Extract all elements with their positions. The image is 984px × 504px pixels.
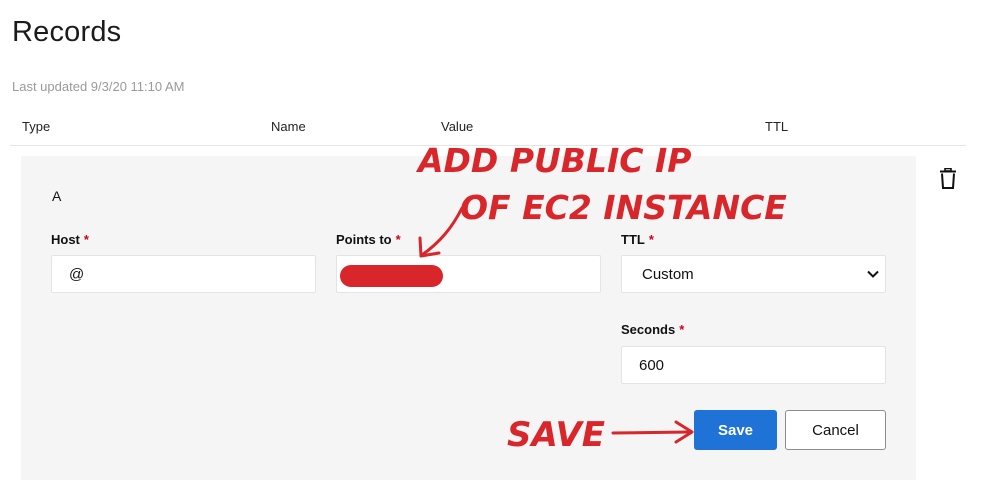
- required-mark: *: [395, 232, 401, 247]
- seconds-label-text: Seconds: [621, 322, 676, 337]
- column-header-type: Type: [22, 119, 51, 134]
- record-edit-card: [21, 156, 916, 480]
- required-mark: *: [648, 232, 654, 247]
- trash-icon: [940, 167, 956, 189]
- seconds-input[interactable]: 600: [621, 346, 886, 384]
- seconds-input-value: 600: [639, 356, 665, 374]
- page-title: Records: [12, 16, 122, 48]
- column-header-name: Name: [271, 119, 306, 134]
- seconds-label: Seconds *: [621, 322, 684, 337]
- column-header-ttl: TTL: [765, 119, 789, 134]
- record-type: A: [52, 188, 62, 204]
- points-to-input[interactable]: [336, 255, 601, 293]
- ttl-label: TTL *: [621, 232, 654, 247]
- cancel-button[interactable]: Cancel: [785, 410, 886, 450]
- host-input-value: @: [69, 265, 85, 283]
- required-mark: *: [679, 322, 685, 337]
- ttl-select[interactable]: Custom: [621, 255, 886, 293]
- host-input[interactable]: @: [51, 255, 316, 293]
- points-to-label: Points to *: [336, 232, 401, 247]
- host-label-text: Host: [51, 232, 80, 247]
- host-label: Host *: [51, 232, 89, 247]
- required-mark: *: [83, 232, 89, 247]
- delete-record-button[interactable]: [934, 164, 962, 192]
- redaction-mark: [340, 265, 443, 287]
- dns-records-page: Records Last updated 9/3/20 11:10 AM Typ…: [0, 0, 984, 504]
- save-button[interactable]: Save: [694, 410, 777, 450]
- ttl-select-value: Custom: [642, 265, 694, 283]
- chevron-down-icon: [867, 270, 879, 278]
- column-header-value: Value: [441, 119, 474, 134]
- last-updated-text: Last updated 9/3/20 11:10 AM: [12, 79, 185, 94]
- ttl-label-text: TTL: [621, 232, 645, 247]
- header-divider: [10, 145, 966, 146]
- points-to-label-text: Points to: [336, 232, 392, 247]
